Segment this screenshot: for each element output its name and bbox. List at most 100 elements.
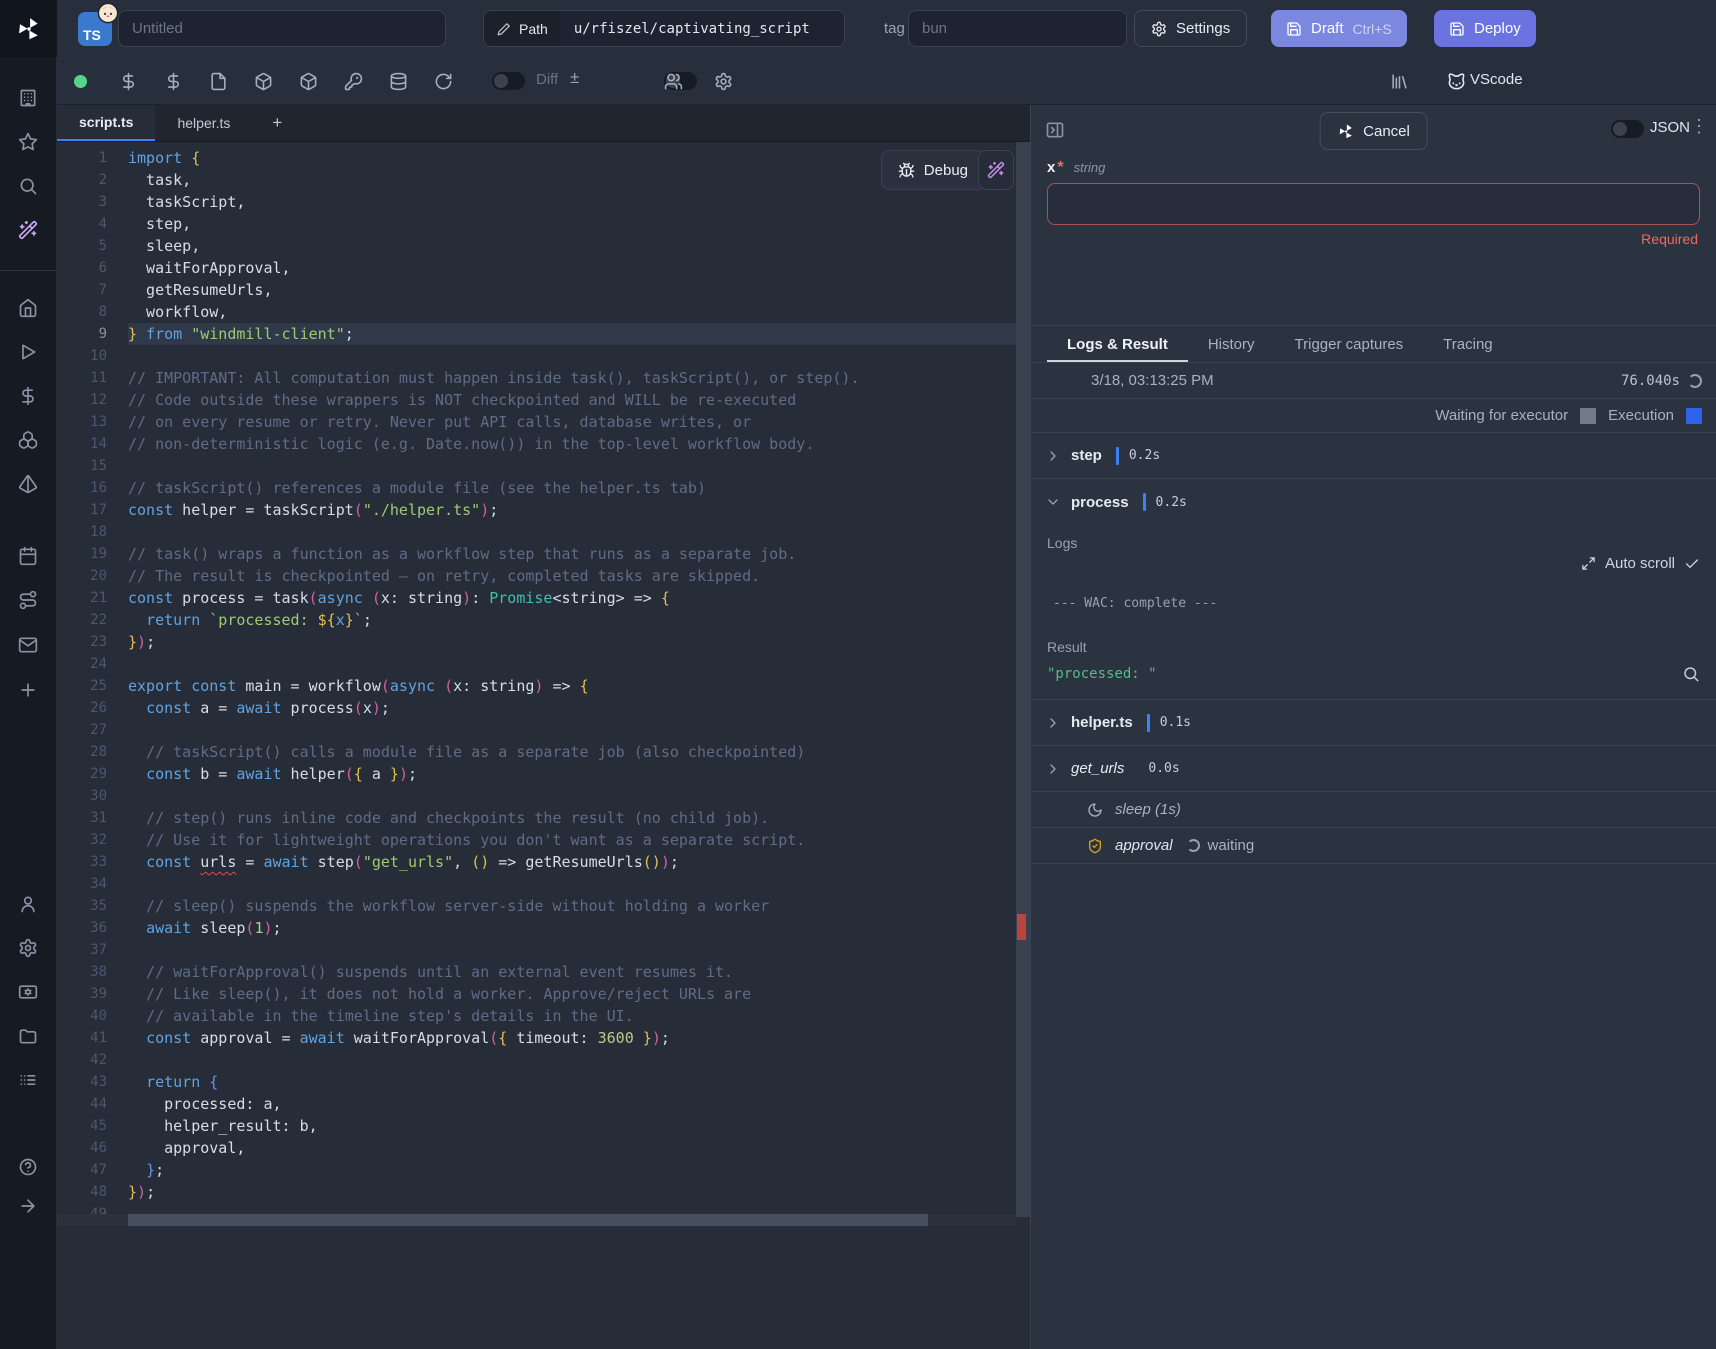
package-icon-2[interactable] [299, 72, 318, 91]
code-line[interactable]: 19// task() wraps a function as a workfl… [57, 543, 1016, 565]
tab-helper-ts[interactable]: helper.ts [155, 105, 252, 141]
search-result-icon[interactable] [1682, 665, 1700, 683]
variables-dollar-icon[interactable] [18, 386, 38, 406]
expand-sidebar-icon[interactable] [18, 1196, 38, 1216]
code-line[interactable]: 36 await sleep(1); [57, 917, 1016, 939]
create-plus-icon[interactable] [18, 680, 38, 700]
tag-input[interactable] [908, 10, 1127, 47]
contextual-variable-icon[interactable] [164, 72, 183, 91]
debug-button[interactable]: Debug [881, 150, 985, 190]
library-icon[interactable] [1390, 72, 1409, 91]
editor-horizontal-scrollbar[interactable] [57, 1214, 1016, 1226]
code-line[interactable]: 44 processed: a, [57, 1093, 1016, 1115]
triggers-route-icon[interactable] [18, 590, 38, 610]
settings-gear-icon[interactable] [18, 938, 38, 958]
scrollbar-thumb[interactable] [1016, 142, 1030, 1217]
tab-tracing[interactable]: Tracing [1423, 326, 1512, 362]
code-line[interactable]: 12// Code outside these wrappers is NOT … [57, 389, 1016, 411]
timeline-row-helper[interactable]: helper.ts 0.1s [1031, 700, 1716, 746]
code-line[interactable]: 45 helper_result: b, [57, 1115, 1016, 1137]
expand-icon[interactable] [1581, 556, 1596, 571]
runs-play-icon[interactable] [18, 342, 38, 362]
tab-script-ts[interactable]: script.ts [57, 105, 155, 141]
code-line[interactable]: 39 // Like sleep(), it does not hold a w… [57, 983, 1016, 1005]
ai-assistant-button[interactable] [978, 150, 1014, 190]
search-icon[interactable] [18, 176, 38, 196]
code-line[interactable]: 38 // waitForApproval() suspends until a… [57, 961, 1016, 983]
code-line[interactable]: 6 waitForApproval, [57, 257, 1016, 279]
diff-toggle[interactable] [492, 72, 525, 90]
timeline-row-get-urls[interactable]: get_urls 0.0s [1031, 746, 1716, 792]
tab-history[interactable]: History [1188, 326, 1275, 362]
tab-logs-result[interactable]: Logs & Result [1047, 326, 1188, 362]
json-toggle[interactable] [1611, 120, 1644, 138]
code-line[interactable]: 18 [57, 521, 1016, 543]
timeline-row-approval[interactable]: approval waiting [1031, 828, 1716, 864]
resources-boxes-icon[interactable] [18, 430, 38, 450]
code-line[interactable]: 37 [57, 939, 1016, 961]
new-tab-button[interactable]: + [252, 105, 302, 141]
workspace-icon[interactable] [18, 88, 38, 108]
code-line[interactable]: 17const helper = taskScript("./helper.ts… [57, 499, 1016, 521]
run-summary-row[interactable]: 3/18, 03:13:25 PM 76.040s [1031, 363, 1716, 399]
code-line[interactable]: 23}); [57, 631, 1016, 653]
code-line[interactable]: 46 approval, [57, 1137, 1016, 1159]
timeline-row-process[interactable]: process 0.2s [1031, 479, 1716, 525]
code-line[interactable]: 20// The result is checkpointed — on ret… [57, 565, 1016, 587]
code-line[interactable]: 1import { [57, 147, 1016, 169]
code-line[interactable]: 26 const a = await process(x); [57, 697, 1016, 719]
deploy-button[interactable]: Deploy [1434, 10, 1536, 47]
auto-scroll-control[interactable]: Auto scroll [1047, 555, 1700, 572]
code-line[interactable]: 28 // taskScript() calls a module file a… [57, 741, 1016, 763]
account-user-icon[interactable] [18, 894, 38, 914]
favorites-star-icon[interactable] [18, 132, 38, 152]
code-line[interactable]: 47 }; [57, 1159, 1016, 1181]
mail-icon[interactable] [18, 635, 38, 655]
code-line[interactable]: 43 return { [57, 1071, 1016, 1093]
editor-settings-gear-icon[interactable] [714, 72, 733, 91]
code-line[interactable]: 21const process = task(async (x: string)… [57, 587, 1016, 609]
code-line[interactable]: 7 getResumeUrls, [57, 279, 1016, 301]
code-line[interactable]: 8 workflow, [57, 301, 1016, 323]
edit-path-button[interactable]: Path [484, 11, 561, 46]
code-line[interactable]: 41 const approval = await waitForApprova… [57, 1027, 1016, 1049]
kebab-menu-icon[interactable]: ⋮ [1690, 116, 1708, 137]
code-line[interactable]: 13// on every resume or retry. Never put… [57, 411, 1016, 433]
code-line[interactable]: 35 // sleep() suspends the workflow serv… [57, 895, 1016, 917]
collapse-panel-icon[interactable] [1045, 120, 1065, 140]
code-line[interactable]: 9} from "windmill-client"; [57, 323, 1016, 345]
code-line[interactable]: 32 // Use it for lightweight operations … [57, 829, 1016, 851]
scrollbar-thumb-horizontal[interactable] [128, 1214, 928, 1226]
timeline-row-sleep[interactable]: sleep (1s) [1031, 792, 1716, 828]
apps-list-icon[interactable] [18, 1070, 38, 1090]
code-line[interactable]: 31 // step() runs inline code and checkp… [57, 807, 1016, 829]
variable-dollar-icon[interactable] [119, 72, 138, 91]
schedules-calendar-icon[interactable] [18, 546, 38, 566]
windmill-logo[interactable] [0, 0, 57, 57]
argument-input[interactable] [1047, 183, 1700, 225]
plus-minus-icon[interactable]: ± [570, 68, 579, 88]
editor-vertical-scrollbar[interactable] [1016, 142, 1030, 1349]
folders-icon[interactable] [18, 1026, 38, 1046]
file-icon[interactable] [209, 72, 228, 91]
code-line[interactable]: 4 step, [57, 213, 1016, 235]
code-line[interactable]: 30 [57, 785, 1016, 807]
code-line[interactable]: 2 task, [57, 169, 1016, 191]
package-icon[interactable] [254, 72, 273, 91]
code-line[interactable]: 34 [57, 873, 1016, 895]
code-line[interactable]: 24 [57, 653, 1016, 675]
code-lines[interactable]: 1import {2 task,3 taskScript,4 step,5 sl… [57, 142, 1016, 1349]
code-line[interactable]: 3 taskScript, [57, 191, 1016, 213]
code-line[interactable]: 11// IMPORTANT: All computation must hap… [57, 367, 1016, 389]
code-line[interactable]: 14// non-deterministic logic (e.g. Date.… [57, 433, 1016, 455]
pyramid-icon[interactable] [18, 474, 38, 494]
path-value[interactable]: u/rfiszel/captivating_script [561, 11, 844, 46]
code-line[interactable]: 5 sleep, [57, 235, 1016, 257]
code-line[interactable]: 27 [57, 719, 1016, 741]
code-line[interactable]: 29 const b = await helper({ a }); [57, 763, 1016, 785]
settings-button[interactable]: Settings [1134, 10, 1247, 47]
ai-wand-icon[interactable] [18, 220, 38, 240]
home-icon[interactable] [18, 298, 38, 318]
script-name-input[interactable] [118, 10, 446, 47]
vscode-label[interactable]: VScode [1470, 71, 1523, 88]
